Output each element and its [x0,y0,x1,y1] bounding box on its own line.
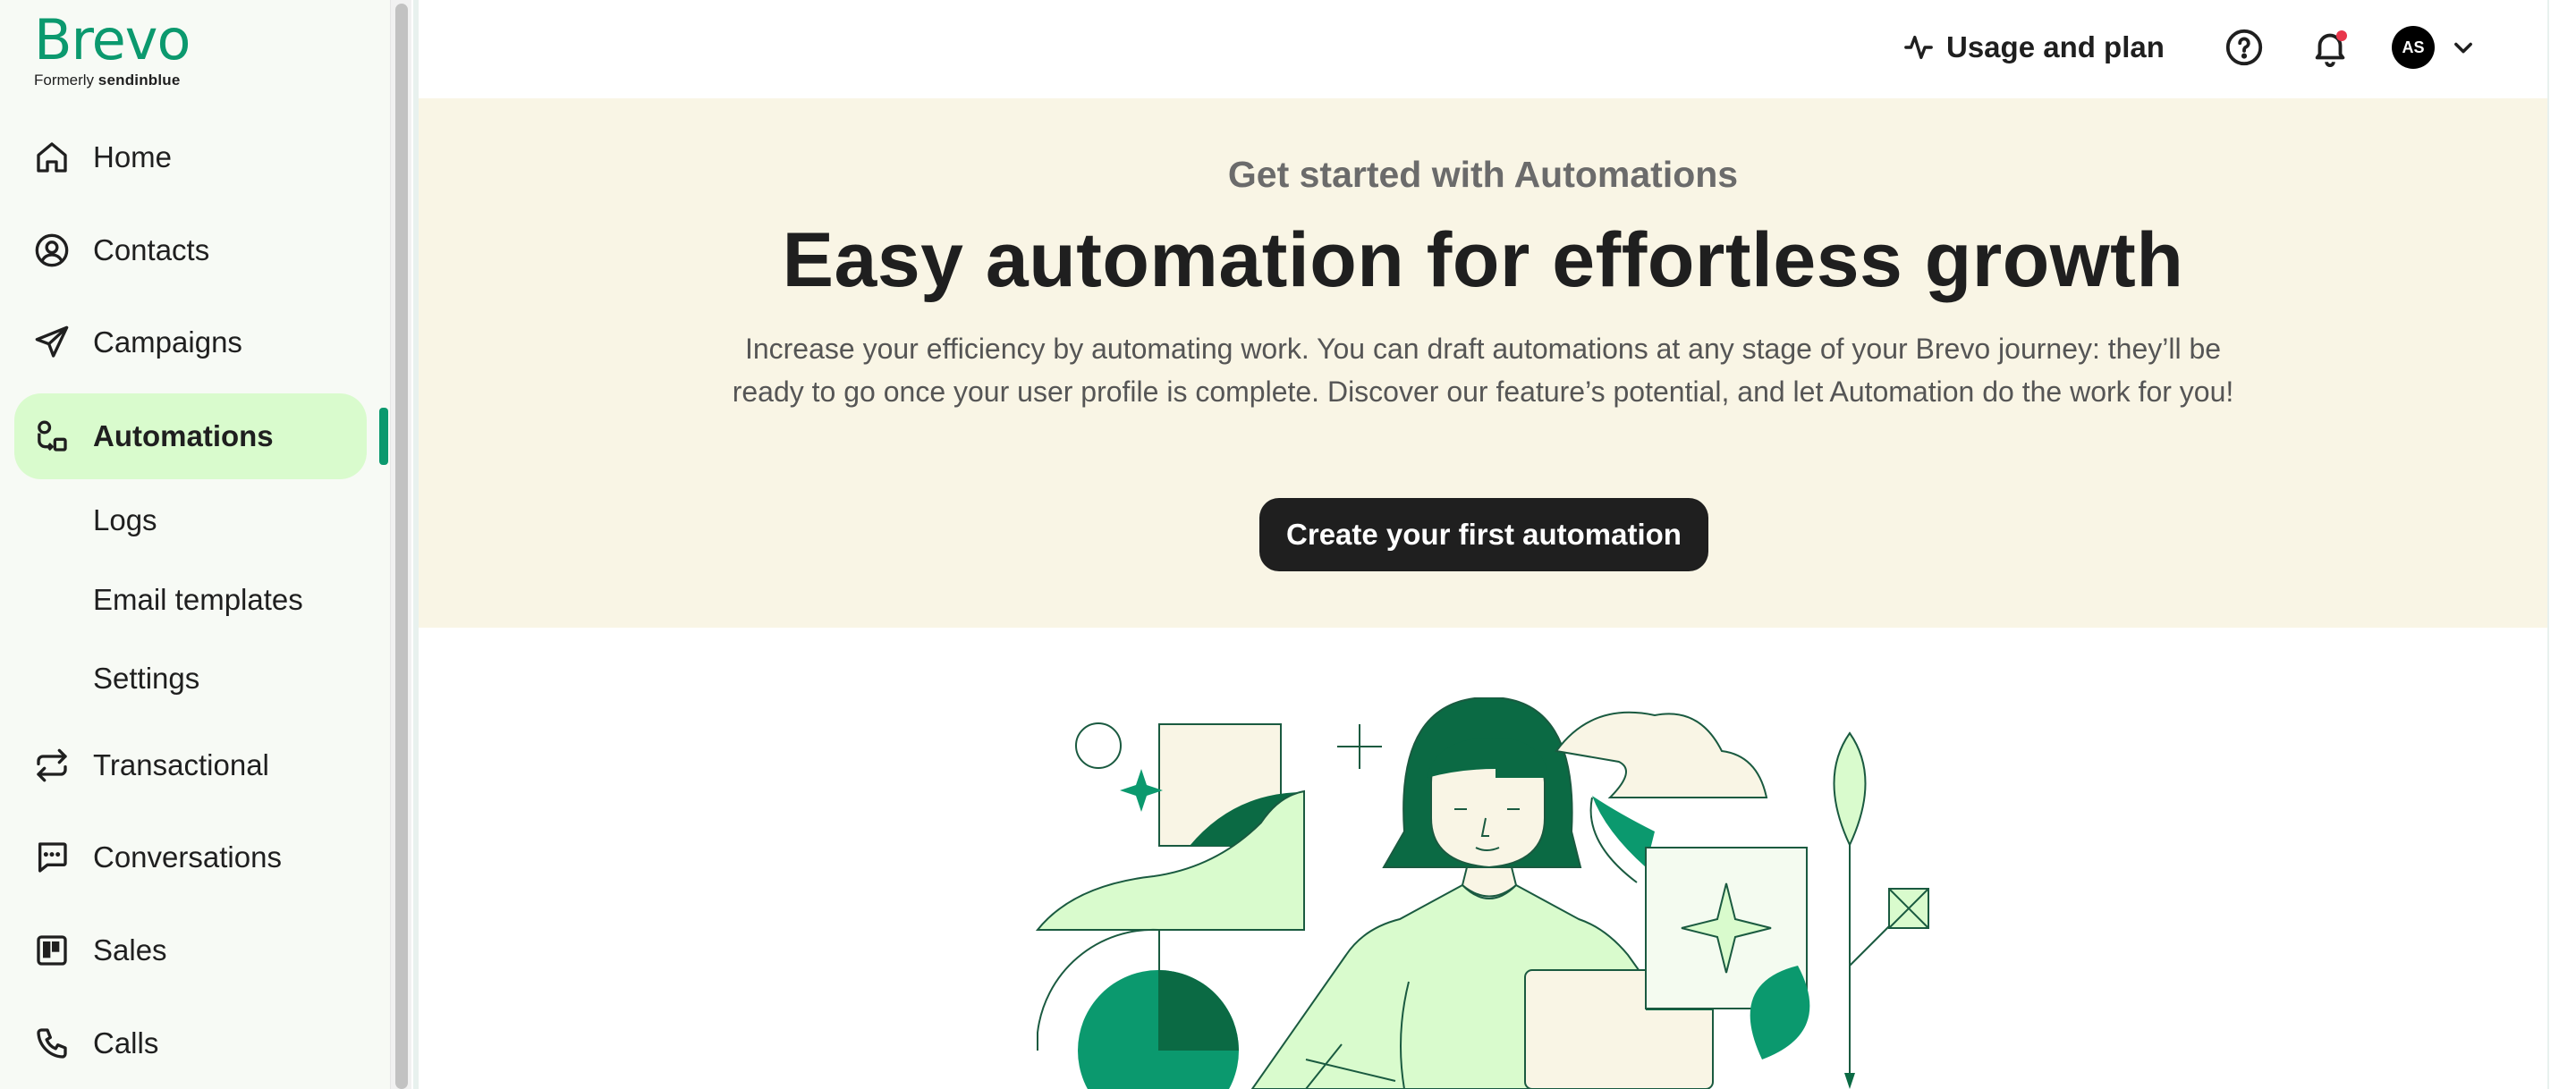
sidebar-item-label: Contacts [93,233,210,266]
sidebar-item-label: Home [93,140,173,173]
sidebar-item-sales[interactable]: Sales [14,908,367,993]
sidebar-item-automations[interactable]: Automations [14,393,367,479]
phone-icon [37,1028,67,1059]
usage-and-plan-button[interactable]: Usage and plan [1903,25,2165,70]
logo-tagline-name: sendinblue [97,72,181,89]
avatar: AS [2392,26,2435,69]
contacts-icon [35,233,69,267]
hero-description: Increase your efficiency by automating w… [732,333,2234,408]
automation-illustration [1035,697,1929,1089]
activity-icon [1904,35,1933,60]
top-bar: Usage and plan AS [419,0,2547,98]
home-icon [37,142,67,173]
help-icon [2225,29,2263,66]
sidebar-item-home[interactable]: Home [14,114,367,200]
sidebar-item-calls[interactable]: Calls [14,1000,367,1086]
send-icon [35,325,69,358]
hero-eyebrow: Get started with Automations [1227,154,1739,195]
sidebar-scrollbar-thumb[interactable] [395,4,408,1089]
usage-and-plan-label: Usage and plan [1946,30,2165,63]
transactional-icon [37,748,67,782]
hero-banner: Get started with Automations Easy automa… [419,98,2547,628]
notifications-button[interactable] [2309,27,2351,68]
account-menu[interactable]: AS [2392,25,2476,70]
sidebar-item-label: Conversations [93,840,282,874]
sidebar-item-campaigns[interactable]: Campaigns [14,300,367,385]
page-title: Easy automation for effortless growth [782,217,2184,303]
sidebar-item-label: Automations [93,419,274,452]
brevo-logo[interactable]: Brevo Formerly sendinblue [34,7,191,89]
chat-icon [38,842,67,873]
sidebar-item-contacts[interactable]: Contacts [14,207,367,293]
chevron-down-icon [2454,42,2472,54]
active-indicator [379,408,388,465]
logo-tagline: Formerly sendinblue [34,72,190,89]
help-button[interactable] [2224,27,2265,68]
sidebar-subitem-logs[interactable]: Logs [93,494,157,547]
automation-icon [38,420,67,452]
sidebar-item-label: Sales [93,933,167,967]
sidebar-item-label: Campaigns [93,325,242,359]
sidebar-subitem-settings[interactable]: Settings [93,652,199,705]
sales-icon [37,935,67,966]
sidebar: Brevo Formerly sendinblue Home Contacts … [0,0,390,1089]
sidebar-item-conversations[interactable]: Conversations [14,815,367,900]
sidebar-item-label: Calls [93,1026,159,1059]
notification-badge [2336,30,2347,41]
logo-wordmark: Brevo [34,7,191,72]
sidebar-item-label: Transactional [93,748,269,781]
sidebar-subitem-email-templates[interactable]: Email templates [93,573,303,627]
page-right-edge [2547,0,2576,1089]
create-automation-button[interactable]: Create your first automation [1259,498,1708,571]
logo-tagline-prefix: Formerly [34,72,95,89]
sidebar-item-transactional[interactable]: Transactional [14,722,367,808]
